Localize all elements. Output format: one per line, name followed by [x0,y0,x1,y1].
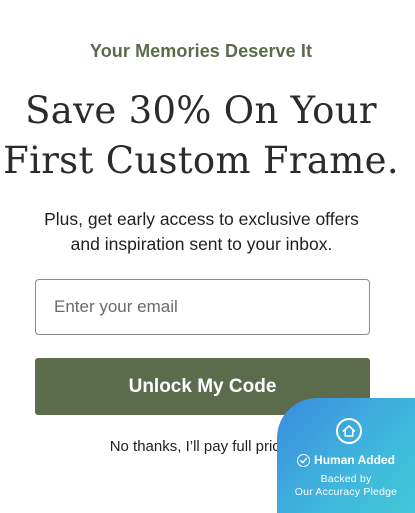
badge-line-1: Backed by [320,473,372,485]
subtext: Plus, get early access to exclusive offe… [10,207,393,257]
headline-line-2: First Custom Frame. [3,139,399,182]
badge-line-2: Our Accuracy Pledge [294,486,398,498]
eyebrow-text: Your Memories Deserve It [89,41,313,61]
check-circle-icon [297,453,311,467]
home-icon [336,418,362,444]
headline-line-1: Save 30% On Your [25,89,377,132]
signup-popup: Your Memories Deserve It Save 30% On You… [0,0,415,513]
badge-title: Human Added [314,453,395,467]
subtext-line-1: Plus, get early access to exclusive offe… [44,209,359,229]
headline: Save 30% On Your First Custom Frame. [0,86,402,186]
email-field[interactable] [35,279,370,335]
badge-title-row: Human Added [277,453,415,467]
human-added-badge[interactable]: Human Added Backed by Our Accuracy Pledg… [277,398,415,513]
subtext-line-2: and inspiration sent to your inbox. [70,234,333,254]
